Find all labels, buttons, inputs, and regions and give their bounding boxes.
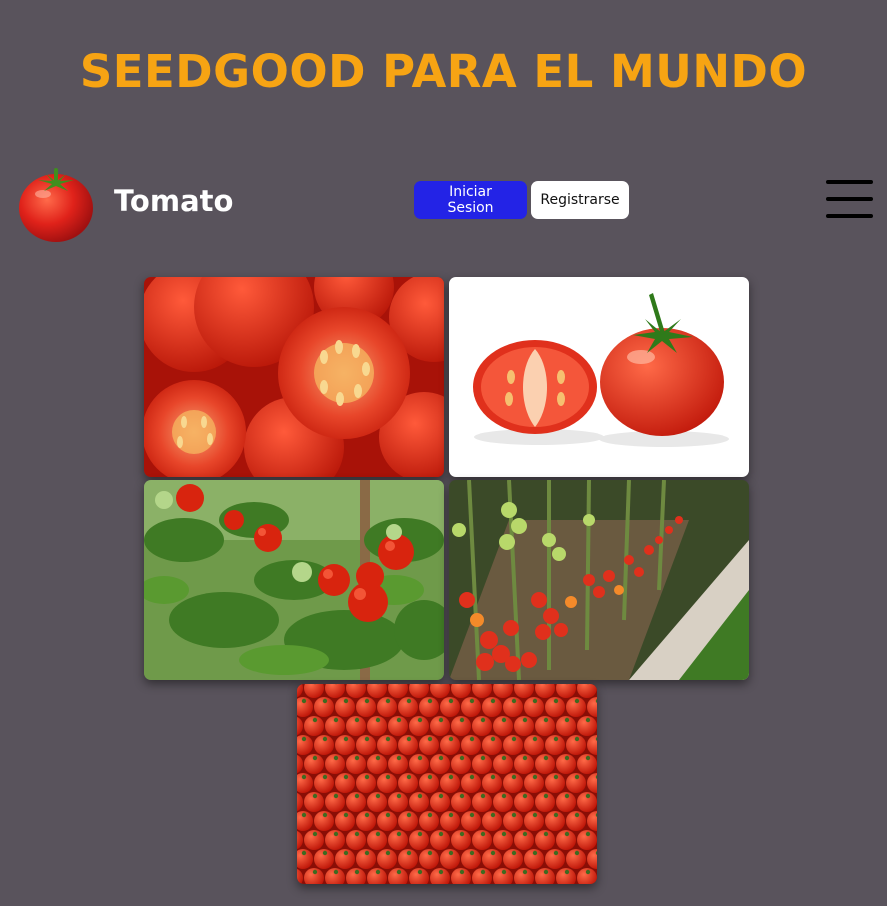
- tomato-icon[interactable]: [16, 164, 96, 244]
- gallery-image-tomato-plant: [144, 480, 444, 680]
- menu-bar: [826, 180, 873, 184]
- site-title: SEEDGOOD PARA EL MUNDO: [79, 45, 808, 98]
- menu-bar: [826, 197, 873, 201]
- gallery-image-sliced-tomatoes: [144, 277, 444, 477]
- hamburger-menu-icon[interactable]: [826, 180, 873, 218]
- gallery-image-cherry-tomato-pile: [297, 684, 597, 884]
- navbar: Tomato Iniciar Sesion Registrarse: [0, 160, 887, 244]
- auth-buttons: Iniciar Sesion Registrarse: [414, 181, 629, 219]
- gallery-image-greenhouse-tomatoes: [449, 480, 749, 680]
- gallery-image-halved-tomato: [449, 277, 749, 477]
- register-button[interactable]: Registrarse: [531, 181, 629, 219]
- brand-name[interactable]: Tomato: [114, 183, 233, 219]
- menu-bar: [826, 214, 873, 218]
- login-button[interactable]: Iniciar Sesion: [414, 181, 527, 219]
